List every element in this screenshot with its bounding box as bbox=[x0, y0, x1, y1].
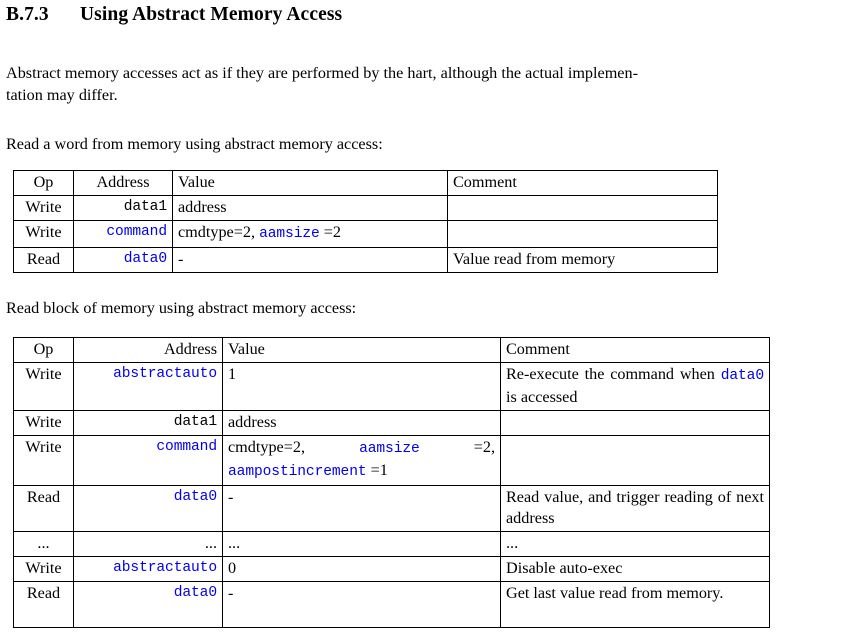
cell-op: Read bbox=[13, 581, 74, 628]
cell-value: cmdtype=2, aamsize =2 bbox=[172, 220, 448, 248]
cell-address-link[interactable]: data0 bbox=[73, 581, 223, 628]
value-text: cmdtype=2, bbox=[178, 223, 260, 241]
cell-address: data1 bbox=[73, 195, 173, 221]
value-text-2: =2, bbox=[419, 438, 495, 456]
table-row: Write abstractauto 0 Disable auto-exec bbox=[13, 556, 770, 582]
cell-value: address bbox=[172, 195, 448, 221]
table-row: Write command cmdtype=2, aamsize =2 bbox=[13, 220, 718, 248]
table-row: Read data0 - Read value, and trigger rea… bbox=[13, 485, 770, 532]
comment-text-2: is accessed bbox=[506, 388, 578, 406]
cell-comment: ... bbox=[500, 531, 770, 557]
cell-address-link[interactable]: data0 bbox=[73, 485, 223, 532]
column-header-comment: Comment bbox=[447, 170, 718, 196]
cell-op: Read bbox=[13, 485, 74, 532]
data0-link[interactable]: data0 bbox=[721, 368, 764, 384]
aamsize-link[interactable]: aamsize bbox=[359, 441, 420, 457]
comment-text-1: Re-execute the command when bbox=[506, 365, 721, 383]
column-header-op: Op bbox=[13, 337, 74, 363]
table-row: Op Address Value Comment bbox=[13, 337, 770, 363]
cell-op: ... bbox=[13, 531, 74, 557]
cell-op: Write bbox=[13, 410, 74, 436]
aampostincrement-link[interactable]: aampostincrement bbox=[228, 464, 367, 480]
cell-address-link[interactable]: data0 bbox=[73, 247, 173, 273]
cell-address-link[interactable]: abstractauto bbox=[73, 362, 223, 411]
table-row: Write data1 address bbox=[13, 195, 718, 221]
column-header-address: Address bbox=[73, 337, 223, 363]
column-header-comment: Comment bbox=[500, 337, 770, 363]
cell-value: ... bbox=[222, 531, 501, 557]
cell-value: - bbox=[172, 247, 448, 273]
cell-value: cmdtype=2, aamsize =2, aampostincrement … bbox=[222, 435, 501, 486]
section-title-text: Using Abstract Memory Access bbox=[80, 4, 343, 25]
table-block-read: Op Address Value Comment Write abstracta… bbox=[13, 337, 770, 628]
caption-word-read: Read a word from memory using abstract m… bbox=[6, 135, 383, 153]
cell-comment bbox=[500, 435, 770, 486]
table-row: Read data0 - Value read from memory bbox=[13, 247, 718, 273]
cell-op: Write bbox=[13, 435, 74, 486]
cell-address-link[interactable]: command bbox=[73, 220, 173, 248]
page-title: B.7.3 Using Abstract Memory Access bbox=[6, 4, 342, 26]
intro-paragraph-line-2: tation may differ. bbox=[6, 86, 118, 104]
aamsize-link[interactable]: aamsize bbox=[259, 226, 320, 242]
cell-comment bbox=[500, 410, 770, 436]
cell-value: - bbox=[222, 581, 501, 628]
cell-op: Write bbox=[13, 556, 74, 582]
table-row: Write abstractauto 1 Re-execute the comm… bbox=[13, 362, 770, 411]
cell-value: 1 bbox=[222, 362, 501, 411]
cell-comment: Get last value read from memory. bbox=[500, 581, 770, 628]
section-number: B.7.3 bbox=[6, 4, 49, 25]
cell-value: 0 bbox=[222, 556, 501, 582]
table-word-read: Op Address Value Comment Write data1 add… bbox=[13, 170, 718, 273]
value-text-2: =2 bbox=[319, 223, 341, 241]
table-row: Write data1 address bbox=[13, 410, 770, 436]
cell-value: address bbox=[222, 410, 501, 436]
table-row: Op Address Value Comment bbox=[13, 170, 718, 196]
column-header-value: Value bbox=[172, 170, 448, 196]
cell-comment: Disable auto-exec bbox=[500, 556, 770, 582]
cell-value: - bbox=[222, 485, 501, 532]
cell-address-link[interactable]: abstractauto bbox=[73, 556, 223, 582]
cell-comment: Value read from memory bbox=[447, 247, 718, 273]
cell-op: Write bbox=[13, 220, 74, 248]
table-row: Write command cmdtype=2, aamsize =2, aam… bbox=[13, 435, 770, 486]
cell-op: Write bbox=[13, 362, 74, 411]
value-text-3: =1 bbox=[366, 461, 388, 479]
column-header-value: Value bbox=[222, 337, 501, 363]
caption-block-read: Read block of memory using abstract memo… bbox=[6, 299, 357, 317]
document-page: B.7.3 Using Abstract Memory Access Abstra… bbox=[0, 0, 848, 640]
intro-paragraph: Abstract memory accesses act as if they … bbox=[6, 62, 844, 106]
column-header-op: Op bbox=[13, 170, 74, 196]
cell-address-link[interactable]: command bbox=[73, 435, 223, 486]
table-row: ... ... ... ... bbox=[13, 531, 770, 557]
table-row: Read data0 - Get last value read from me… bbox=[13, 581, 770, 628]
value-text-1: cmdtype=2, bbox=[228, 438, 360, 456]
cell-address: ... bbox=[73, 531, 223, 557]
cell-comment: Read value, and trigger reading of next … bbox=[500, 485, 770, 532]
column-header-address: Address bbox=[73, 170, 173, 196]
cell-address: data1 bbox=[73, 410, 223, 436]
cell-comment: Re-execute the command when data0 is acc… bbox=[500, 362, 770, 411]
cell-op: Write bbox=[13, 195, 74, 221]
intro-paragraph-line-1: Abstract memory accesses act as if they … bbox=[6, 64, 638, 82]
cell-comment bbox=[447, 220, 718, 248]
cell-comment bbox=[447, 195, 718, 221]
cell-op: Read bbox=[13, 247, 74, 273]
